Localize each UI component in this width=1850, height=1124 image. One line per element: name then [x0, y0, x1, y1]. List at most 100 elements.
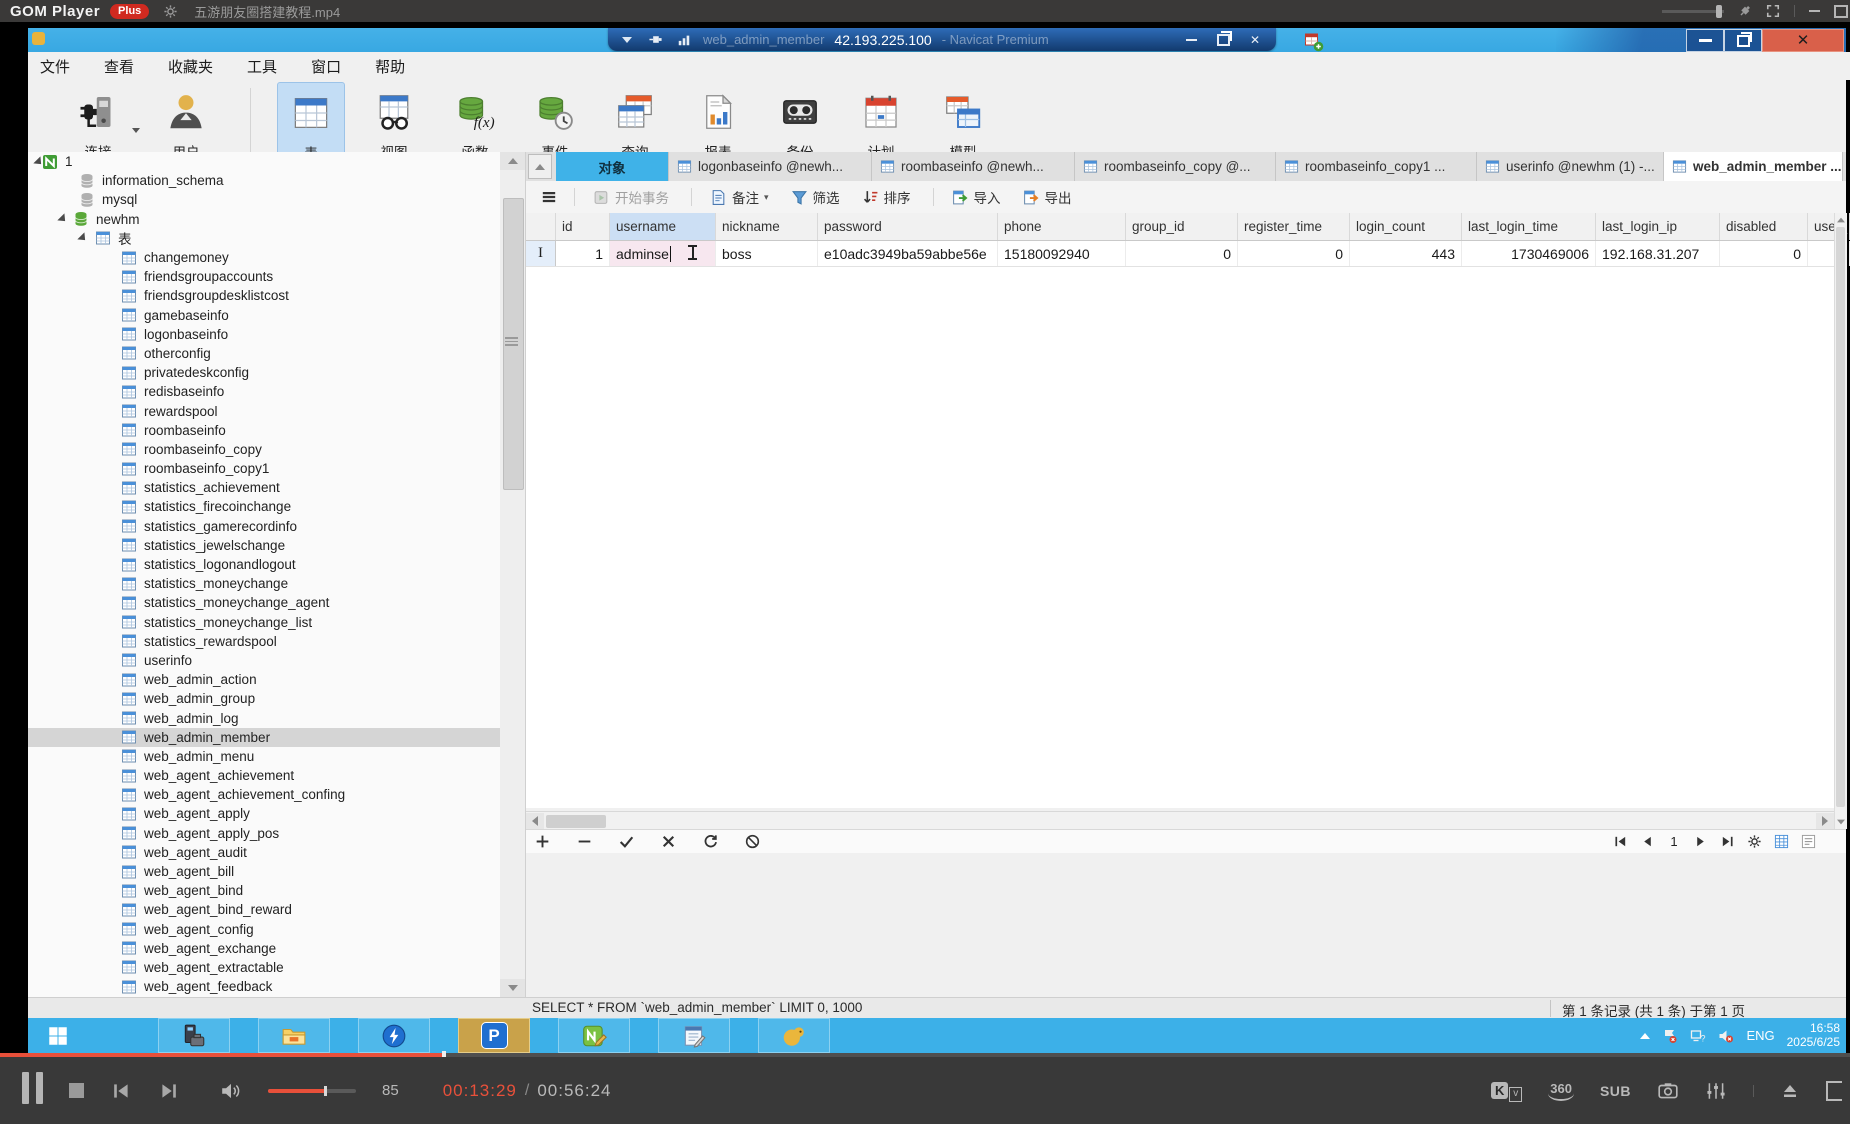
tab-web_admin_member-[interactable]: web_admin_member ...	[1664, 152, 1843, 181]
delete-record-icon[interactable]	[576, 833, 593, 850]
tree-item-web_agent_config[interactable]: web_agent_config	[28, 920, 500, 939]
gom-settings-gear-icon[interactable]	[163, 4, 178, 19]
column-header-nickname[interactable]: nickname	[716, 213, 818, 240]
cell-last_login_ip[interactable]: 192.168.31.207	[1596, 241, 1720, 266]
column-header-disabled[interactable]: disabled	[1720, 213, 1808, 240]
tree-item-statistics_achievement[interactable]: statistics_achievement	[28, 478, 500, 497]
tree-item-web_agent_audit[interactable]: web_agent_audit	[28, 843, 500, 862]
column-header-username[interactable]: username	[610, 213, 716, 240]
tree-item-otherconfig[interactable]: otherconfig	[28, 344, 500, 363]
cell-username[interactable]: adminse	[610, 241, 716, 266]
tree-item-web_agent_apply[interactable]: web_agent_apply	[28, 804, 500, 823]
tree-item-web_agent_apply_pos[interactable]: web_agent_apply_pos	[28, 824, 500, 843]
mode-360-icon[interactable]: 360	[1548, 1081, 1574, 1101]
tab-roombaseinfo_copy-[interactable]: roombaseinfo_copy @...	[1075, 152, 1276, 181]
stop-button[interactable]	[69, 1083, 84, 1098]
sidebar-scroll-down[interactable]	[500, 979, 525, 997]
tree-item-friendsgroupaccounts[interactable]: friendsgroupaccounts	[28, 267, 500, 286]
import-button[interactable]: 导入	[952, 187, 1001, 207]
volume-slider[interactable]	[268, 1089, 356, 1093]
filter-button[interactable]: 筛选	[791, 187, 840, 207]
menu-item-收藏夹[interactable]: 收藏夹	[168, 56, 213, 77]
export-button[interactable]: 导出	[1023, 187, 1072, 207]
discard-changes-icon[interactable]	[660, 833, 677, 850]
tab-scroll-button[interactable]	[528, 154, 552, 179]
taskbar-app-app-lightning[interactable]	[358, 1018, 430, 1053]
rdp-connection-bar[interactable]: web_admin_member 42.193.225.100 - Navica…	[608, 28, 1276, 51]
menu-item-查看[interactable]: 查看	[104, 56, 134, 77]
tree-item-web_agent_achievement[interactable]: web_agent_achievement	[28, 766, 500, 785]
tree-item-redisbaseinfo[interactable]: redisbaseinfo	[28, 382, 500, 401]
cell-login_count[interactable]: 443	[1350, 241, 1462, 266]
cell-nickname[interactable]: boss	[716, 241, 818, 266]
form-view-icon[interactable]	[1801, 834, 1816, 849]
tree-item-friendsgroupdesklistcost[interactable]: friendsgroupdesklistcost	[28, 286, 500, 305]
sidebar-scroll-up[interactable]	[500, 152, 525, 170]
gom-titlebar-slider[interactable]	[1662, 10, 1724, 13]
tree-item-roombaseinfo_copy[interactable]: roombaseinfo_copy	[28, 440, 500, 459]
expand-arrow-icon[interactable]	[57, 213, 68, 224]
menu-item-帮助[interactable]: 帮助	[375, 56, 405, 77]
tree-item-gamebaseinfo[interactable]: gamebaseinfo	[28, 306, 500, 325]
column-header-id[interactable]: id	[556, 213, 610, 240]
action-center-flag-icon[interactable]	[1662, 1028, 1678, 1044]
column-header-password[interactable]: password	[818, 213, 998, 240]
tree-item-表[interactable]: 表	[28, 229, 500, 248]
grid-settings-gear-icon[interactable]	[1747, 834, 1762, 849]
grid-menu-icon[interactable]	[540, 188, 558, 206]
tree-item-statistics_moneychange[interactable]: statistics_moneychange	[28, 574, 500, 593]
tray-expand-icon[interactable]	[1640, 1033, 1650, 1039]
tree-item-web_admin_group[interactable]: web_admin_group	[28, 689, 500, 708]
hscroll-thumb[interactable]	[546, 815, 606, 828]
tree-item-mysql[interactable]: mysql	[28, 190, 500, 209]
next-record-icon[interactable]	[1693, 834, 1708, 849]
gom-fullscreen-icon[interactable]	[1766, 4, 1780, 18]
tree-item-web_agent_feedback[interactable]: web_agent_feedback	[28, 977, 500, 996]
open-file-eject-icon[interactable]	[1780, 1081, 1800, 1101]
tree-item-web_agent_achievement_confing[interactable]: web_agent_achievement_confing	[28, 785, 500, 804]
tab-userinfo-newhm-1-[interactable]: userinfo @newhm (1) -...	[1477, 152, 1664, 181]
begin-transaction-button[interactable]: 开始事务	[593, 187, 669, 207]
tree-item-web_agent_exchange[interactable]: web_agent_exchange	[28, 939, 500, 958]
pause-button[interactable]	[22, 1072, 43, 1109]
taskbar-app-notepad-plus-plus[interactable]	[558, 1018, 630, 1053]
note-button[interactable]: 备注 ▾	[710, 187, 769, 207]
tree-item-statistics_logonandlogout[interactable]: statistics_logonandlogout	[28, 555, 500, 574]
start-button[interactable]	[28, 1018, 88, 1053]
tree-item-statistics_moneychange_list[interactable]: statistics_moneychange_list	[28, 613, 500, 632]
cell-group_id[interactable]: 0	[1126, 241, 1238, 266]
tree-item-roombaseinfo_copy1[interactable]: roombaseinfo_copy1	[28, 459, 500, 478]
refresh-icon[interactable]	[702, 833, 719, 850]
tree-item-web_admin_action[interactable]: web_admin_action	[28, 670, 500, 689]
tree-item-privatedeskconfig[interactable]: privatedeskconfig	[28, 363, 500, 382]
column-header-register_time[interactable]: register_time	[1238, 213, 1350, 240]
rdp-minimize-icon[interactable]	[1186, 39, 1197, 41]
tree-item-userinfo[interactable]: userinfo	[28, 651, 500, 670]
grid-view-icon[interactable]	[1774, 834, 1789, 849]
menu-item-文件[interactable]: 文件	[40, 56, 70, 77]
tree-item-information_schema[interactable]: information_schema	[28, 171, 500, 190]
input-language-indicator[interactable]: ENG	[1746, 1028, 1774, 1043]
taskbar-clock[interactable]: 16:58 2025/6/25	[1787, 1022, 1840, 1049]
sidebar-splitter-grip[interactable]	[505, 335, 518, 348]
tree-item-web_admin_member[interactable]: web_admin_member	[28, 728, 500, 747]
taskbar-app-system-properties[interactable]	[158, 1018, 230, 1053]
tree-item-web_agent_bill[interactable]: web_agent_bill	[28, 862, 500, 881]
expand-arrow-icon[interactable]	[77, 233, 88, 244]
column-header-login_count[interactable]: login_count	[1350, 213, 1462, 240]
column-header-last_login_ip[interactable]: last_login_ip	[1596, 213, 1720, 240]
grid-vertical-scrollbar[interactable]	[1834, 213, 1847, 829]
playlist-icon[interactable]	[1826, 1081, 1842, 1101]
video-frame[interactable]: ✕ web_admin_member 42.193.225.100 - Navi…	[0, 22, 1850, 1053]
tree-item-changemoney[interactable]: changemoney	[28, 248, 500, 267]
tree-item-web_agent_extractable[interactable]: web_agent_extractable	[28, 958, 500, 977]
rdp-dropdown-icon[interactable]	[622, 37, 632, 43]
column-header-group_id[interactable]: group_id	[1126, 213, 1238, 240]
cell-last_login_time[interactable]: 1730469006	[1462, 241, 1596, 266]
remote-close-button[interactable]: ✕	[1762, 29, 1844, 52]
tree-item-web_admin_menu[interactable]: web_admin_menu	[28, 747, 500, 766]
sort-button[interactable]: 排序	[862, 187, 911, 207]
hscroll-right-arrow[interactable]	[1816, 813, 1834, 830]
tree-item-roombaseinfo[interactable]: roombaseinfo	[28, 421, 500, 440]
volume-muted-icon[interactable]	[1718, 1028, 1734, 1044]
